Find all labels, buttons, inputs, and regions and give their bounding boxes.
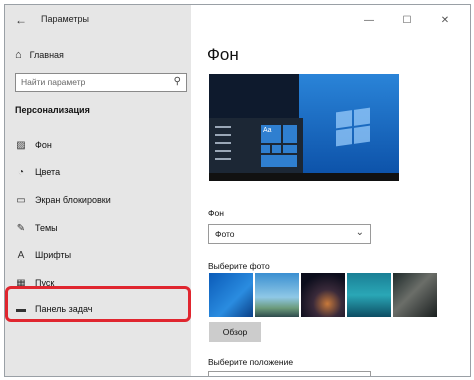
preview-tile: Aa	[261, 125, 281, 143]
preview-tile	[283, 125, 297, 143]
window-controls: — ☐ ✕	[350, 5, 464, 35]
main-content: — ☐ ✕ Фон Aa Фон Фото ⌄ Выберите фото Об…	[191, 5, 470, 376]
choose-photo-label: Выберите фото	[208, 261, 270, 271]
close-button[interactable]: ✕	[426, 5, 464, 35]
background-preview: Aa	[209, 74, 399, 181]
background-type-label: Фон	[208, 208, 224, 218]
sidebar-item-fonts[interactable]: A Шрифты	[15, 247, 185, 263]
preview-menu-line	[215, 134, 231, 136]
sidebar-item-themes[interactable]: ✎ Темы	[15, 220, 185, 236]
background-type-value: Фото	[215, 229, 235, 239]
home-icon: ⌂	[15, 49, 22, 61]
taskbar-item-highlight	[5, 286, 191, 322]
search-icon[interactable]: ⚲	[174, 76, 181, 87]
sidebar-item-colors[interactable]: ◔ Цвета	[15, 164, 185, 180]
photo-thumbnail[interactable]	[347, 273, 391, 317]
photo-thumbnails	[209, 273, 437, 317]
sidebar-item-background[interactable]: ▨ Фон	[15, 137, 185, 153]
search-input[interactable]: Найти параметр ⚲	[15, 73, 187, 92]
photo-thumbnail[interactable]	[393, 273, 437, 317]
window-title: Параметры	[41, 14, 89, 24]
sidebar-item-label: Темы	[35, 223, 58, 233]
brush-icon: ✎	[16, 222, 26, 234]
preview-tile	[272, 145, 281, 153]
minimize-button[interactable]: —	[350, 5, 388, 35]
choose-position-label: Выберите положение	[208, 357, 294, 367]
preview-menu-line	[215, 150, 231, 152]
page-title: Фон	[207, 45, 239, 64]
image-icon: ▨	[16, 139, 26, 151]
position-select[interactable]	[208, 371, 371, 376]
section-title: Персонализация	[15, 105, 90, 115]
background-type-select[interactable]: Фото ⌄	[208, 224, 371, 244]
title-bar: ← Параметры	[5, 5, 191, 35]
windows-logo-icon	[336, 107, 370, 147]
nav-home[interactable]: ⌂ Главная	[15, 49, 64, 61]
sidebar-item-label: Экран блокировки	[35, 195, 111, 205]
photo-thumbnail[interactable]	[209, 273, 253, 317]
preview-tile	[261, 145, 270, 153]
font-icon: A	[17, 249, 25, 261]
nav-home-label: Главная	[29, 50, 64, 60]
preview-tile	[283, 145, 297, 153]
photo-thumbnail[interactable]	[301, 273, 345, 317]
preview-menu-line	[215, 158, 231, 160]
sidebar-item-lock-screen[interactable]: ▭ Экран блокировки	[15, 192, 185, 208]
lock-screen-icon: ▭	[16, 194, 26, 206]
preview-menu-line	[215, 126, 231, 128]
maximize-button[interactable]: ☐	[388, 5, 426, 35]
preview-start-menu: Aa	[209, 118, 303, 174]
chevron-down-icon: ⌄	[355, 227, 364, 238]
sidebar-item-label: Шрифты	[35, 250, 72, 260]
preview-menu-line	[215, 142, 231, 144]
photo-thumbnail[interactable]	[255, 273, 299, 317]
sidebar-item-label: Цвета	[35, 167, 61, 177]
browse-button[interactable]: Обзор	[209, 322, 261, 342]
sidebar-item-label: Фон	[35, 140, 52, 150]
search-placeholder: Найти параметр	[21, 77, 86, 87]
back-arrow-icon[interactable]: ←	[15, 13, 27, 27]
preview-tile	[261, 155, 297, 167]
palette-icon: ◔	[17, 166, 25, 178]
preview-taskbar	[209, 173, 399, 181]
